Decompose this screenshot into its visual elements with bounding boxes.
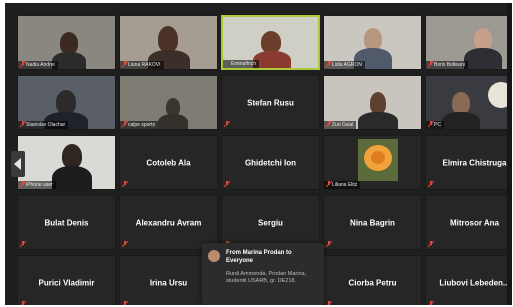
participant-tile[interactable]: Stanislav Olachar (17, 75, 116, 130)
mic-muted-icon (20, 61, 26, 67)
participant-tile[interactable]: Ghidetchi Ion (221, 135, 320, 190)
participant-tile[interactable]: Nina Bagrin (323, 195, 422, 250)
mic-muted-icon (20, 241, 26, 247)
mic-muted-icon (326, 61, 332, 67)
mic-muted-icon (21, 301, 26, 305)
participant-tile[interactable]: Stefan Rusu (221, 75, 320, 130)
scrollbar-track[interactable] (507, 3, 512, 305)
mic-muted-icon (224, 121, 230, 127)
chat-notification-title: From Marina Prodan to Everyone (226, 250, 292, 264)
participant-tile[interactable]: Zuri Gsial (323, 75, 422, 130)
mic-muted-icon (428, 121, 434, 127)
participant-tile[interactable]: Boris Bolteani (425, 15, 512, 70)
mic-muted-icon (20, 181, 26, 187)
participant-tile[interactable]: Liliana Elitz (323, 135, 422, 190)
participant-tile[interactable]: Mitrosor Ana (425, 195, 512, 250)
mic-muted-icon (326, 241, 332, 247)
participant-name: Mitrosor Ana (449, 218, 500, 227)
participant-tile[interactable]: Cotoleb Ala (119, 135, 218, 190)
participant-tile[interactable]: Ciorba Petru (323, 255, 422, 305)
mic-muted-icon (327, 301, 332, 305)
participant-name: Ciorba Petru (348, 278, 397, 287)
chevron-left-icon (14, 158, 21, 170)
participant-tile[interactable]: Elmira Chistruga (425, 135, 512, 190)
participant-name: Liubovi Lebeden... (439, 278, 510, 287)
participant-name: Stefan Rusu (247, 98, 294, 107)
mic-muted-icon (122, 241, 128, 247)
participant-tile[interactable]: iPhone user (17, 135, 116, 190)
mic-muted-icon (428, 61, 434, 67)
participant-tile[interactable]: Sergiu (221, 195, 320, 250)
participant-name: Nina Bagrin (350, 218, 395, 227)
sender-avatar (208, 250, 220, 262)
participant-name: Elmira Chistruga (442, 158, 507, 167)
mic-muted-icon (122, 121, 128, 127)
mic-muted-icon (122, 181, 128, 187)
participant-tile[interactable]: Alexandru Avram (119, 195, 218, 250)
mic-muted-icon (429, 301, 434, 305)
participant-name: Alexandru Avram (135, 218, 202, 227)
mic-muted-icon (224, 181, 230, 187)
mic-muted-icon (326, 121, 332, 127)
participant-name: Sergiu (258, 218, 283, 227)
participant-tile[interactable]: Purici Vladimir (17, 255, 116, 305)
participant-name-label: Emmafinch (223, 60, 260, 68)
mic-muted-icon (326, 181, 332, 187)
mic-muted-icon (122, 61, 128, 67)
meeting-gallery-view: Nadia Andrei Liuna RAKOVI Emmafinch Lidi… (5, 3, 512, 305)
participant-tile[interactable]: Lidia AGRON (323, 15, 422, 70)
mic-muted-icon (428, 241, 434, 247)
participant-tile[interactable]: Liubovi Lebeden... (425, 255, 512, 305)
participant-tile[interactable]: PC (425, 75, 512, 130)
participant-name: Ghidetchi Ion (244, 158, 297, 167)
previous-page-button[interactable] (11, 151, 25, 177)
participant-name: Purici Vladimir (38, 278, 95, 287)
mic-muted-icon (428, 181, 434, 187)
participant-tile[interactable]: Bulat Denis (17, 195, 116, 250)
participant-tile[interactable]: Liuna RAKOVI (119, 15, 218, 70)
chat-notification-message: Rurdi Ammenda, Prodan Marina, studentii … (226, 271, 307, 284)
participant-tile-active-speaker[interactable]: Emmafinch (221, 15, 320, 70)
participant-name: Cotoleb Ala (146, 158, 191, 167)
participant-tile[interactable]: calpe sports (119, 75, 218, 130)
mic-muted-icon (20, 121, 26, 127)
mic-muted-icon (123, 301, 128, 305)
participant-name: Bulat Denis (44, 218, 89, 227)
participant-tile[interactable]: Nadia Andrei (17, 15, 116, 70)
chat-notification[interactable]: From Marina Prodan to Everyone Rurdi Amm… (202, 243, 324, 305)
